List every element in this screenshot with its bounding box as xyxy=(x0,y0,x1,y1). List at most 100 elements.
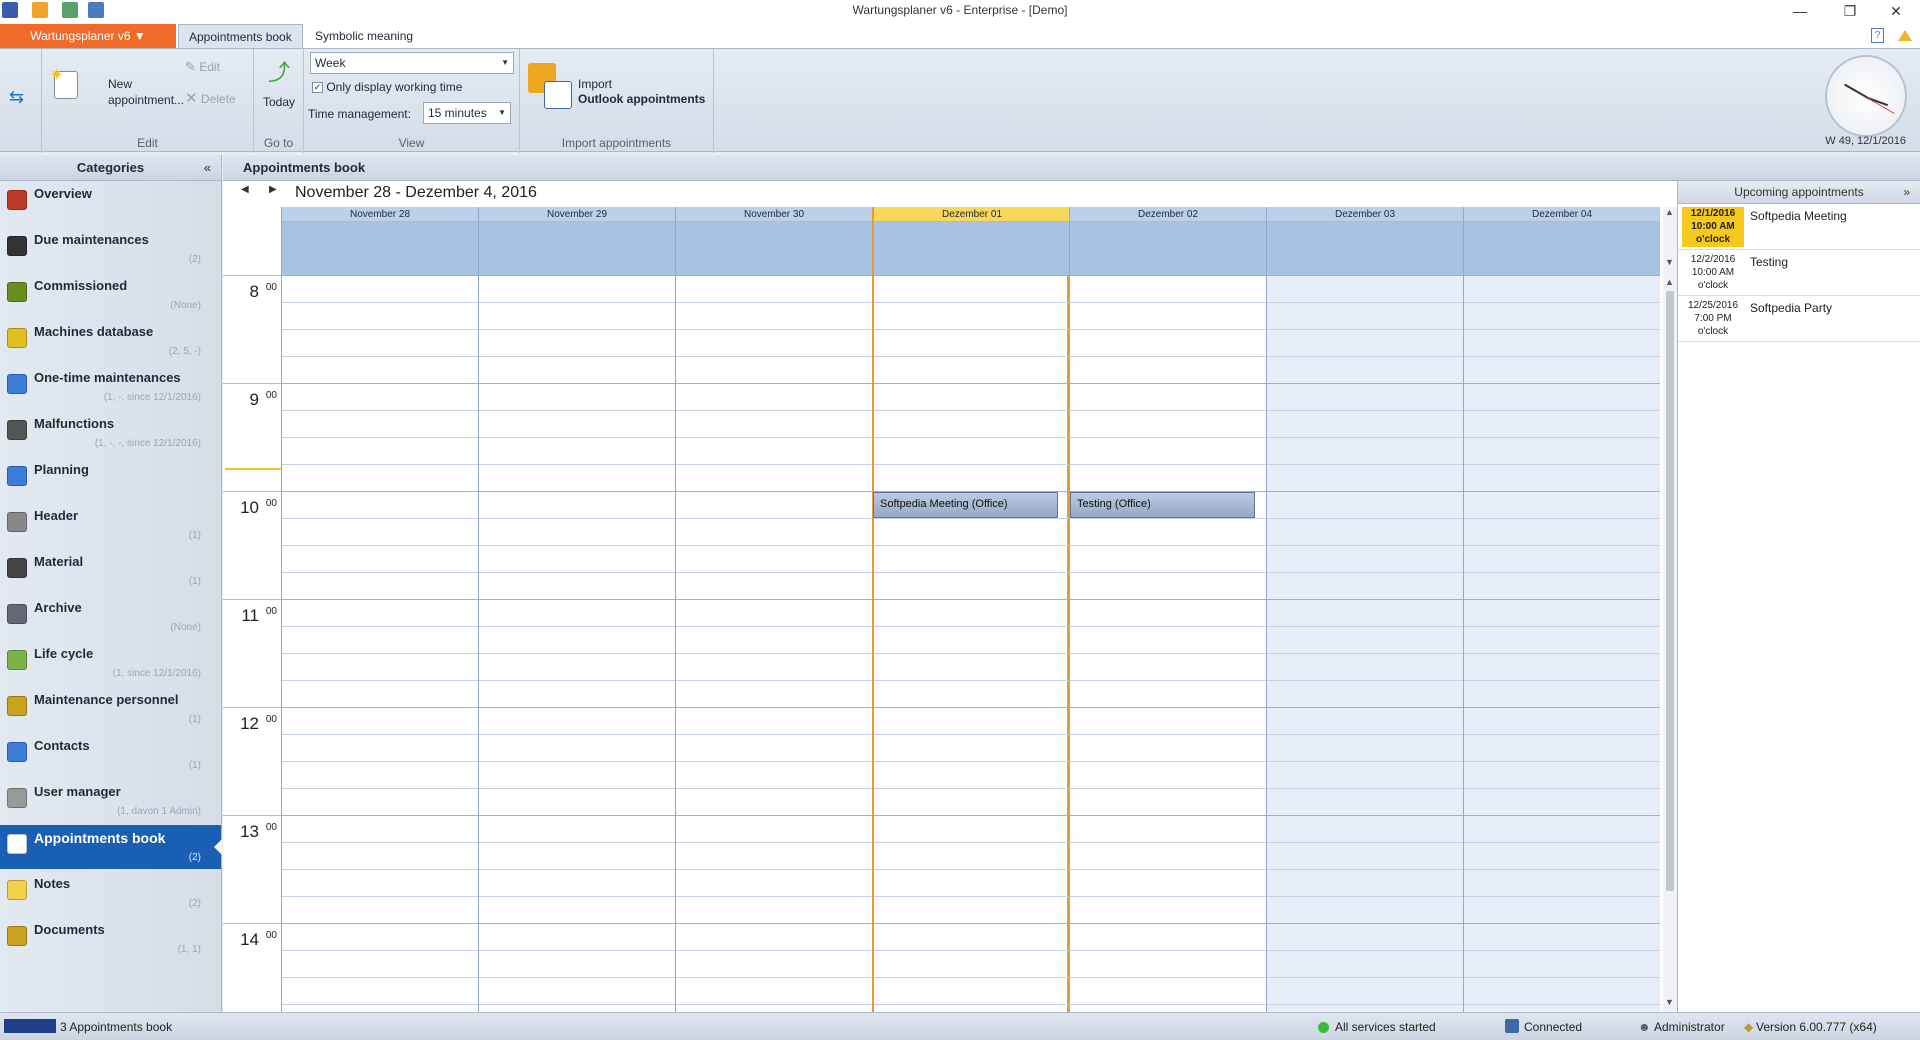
day-column-dezember-02[interactable]: Dezember 02 xyxy=(1069,207,1266,1012)
new-appointment-label: New xyxy=(108,77,133,91)
hour-gridline xyxy=(676,491,872,492)
close-button[interactable]: ✕ xyxy=(1882,2,1910,20)
time-management-select[interactable]: 15 minutes ▼ xyxy=(423,102,511,124)
hour-gridline xyxy=(676,815,872,816)
app-menu-button[interactable]: Wartungsplaner v6 ▼ xyxy=(0,24,176,48)
sidebar-item-commissioned[interactable]: Commissioned (None) xyxy=(0,273,221,317)
appointment-block[interactable]: Testing (Office) xyxy=(1070,492,1255,518)
hour-gridline xyxy=(282,815,478,816)
day-column-november-29[interactable]: November 29 xyxy=(478,207,675,1012)
sidebar-item-one-time-maintenances[interactable]: One-time maintenances (1, -, since 12/1/2… xyxy=(0,365,221,409)
sidebar-item-appointments-book[interactable]: Appointments book (2) xyxy=(0,825,222,869)
sidebar-item-planning[interactable]: Planning xyxy=(0,457,221,501)
upcoming-item[interactable]: 12/25/2016 7:00 PM o'clock Softpedia Party xyxy=(1678,296,1920,342)
view-select[interactable]: Week ▼ xyxy=(310,52,514,74)
hour-gridline xyxy=(1070,815,1266,816)
sidebar-item-header[interactable]: Header (1) xyxy=(0,503,221,547)
time-management-label: Time management: xyxy=(308,107,411,121)
new-appointment-button[interactable]: ✷ New appointment... xyxy=(50,65,184,115)
day-column-dezember-04[interactable]: Dezember 04 xyxy=(1463,207,1660,1012)
time-slots[interactable] xyxy=(676,275,872,1012)
scrollbar-thumb[interactable] xyxy=(1666,291,1674,891)
help-icon[interactable]: ? xyxy=(1871,28,1884,43)
sidebar-item-count: (1) xyxy=(188,530,201,541)
sidebar-item-notes[interactable]: Notes (2) xyxy=(0,871,221,915)
day-column-november-28[interactable]: November 28 xyxy=(281,207,478,1012)
all-day-area[interactable] xyxy=(1070,222,1266,275)
all-day-area[interactable] xyxy=(282,222,478,275)
sidebar-item-count: (1, -, since 12/1/2016) xyxy=(103,392,201,403)
hour-gridline xyxy=(1267,383,1463,384)
hour-gridline xyxy=(1267,491,1463,492)
day-header[interactable]: Dezember 04 xyxy=(1464,207,1660,222)
import-outlook-button[interactable]: Import Outlook appointments xyxy=(528,63,712,113)
all-day-area[interactable] xyxy=(676,222,872,275)
day-header[interactable]: Dezember 03 xyxy=(1267,207,1463,222)
documents-icon xyxy=(7,926,27,946)
day-column-november-30[interactable]: November 30 xyxy=(675,207,872,1012)
minimize-button[interactable]: — xyxy=(1786,2,1814,20)
calendar-scrollbar[interactable]: ▲ ▼ ▲ ▼ xyxy=(1663,207,1677,1012)
day-header[interactable]: November 30 xyxy=(676,207,872,222)
sidebar-item-overview[interactable]: Overview xyxy=(0,181,221,225)
hour-gridline xyxy=(1267,599,1463,600)
sidebar-item-label: One-time maintenances xyxy=(34,370,181,385)
tab-appointments-book[interactable]: Appointments book xyxy=(178,24,303,48)
sidebar-item-label: Overview xyxy=(34,186,92,201)
scroll-up-icon[interactable]: ▲ xyxy=(1665,277,1674,287)
expand-panel-button[interactable]: » xyxy=(1903,181,1910,204)
upcoming-item[interactable]: 12/1/2016 10:00 AM o'clock Softpedia Meetin… xyxy=(1678,204,1920,250)
prev-week-arrow-icon[interactable]: ◀ xyxy=(241,184,249,195)
ribbon-group-sync: ⇆ xyxy=(0,49,42,153)
next-week-arrow-icon[interactable]: ▶ xyxy=(269,184,277,195)
tab-symbolic-meaning[interactable]: Symbolic meaning xyxy=(305,24,423,48)
day-header[interactable]: November 29 xyxy=(479,207,675,222)
time-slots[interactable] xyxy=(874,275,1070,1012)
time-slots[interactable] xyxy=(1464,275,1660,1012)
sidebar-item-label: Appointments book xyxy=(34,830,166,846)
sidebar-item-maintenance-personnel[interactable]: Maintenance personnel (1) xyxy=(0,687,221,731)
hour-minutes: 00 xyxy=(265,822,277,833)
sync-arrows-icon[interactable]: ⇆ xyxy=(9,87,24,108)
week-calendar-grid[interactable]: 8 00 9 00 10 00 11 00 12 00 13 00 14 00 November 28 No… xyxy=(223,207,1663,1012)
sidebar-item-contacts[interactable]: Contacts (1) xyxy=(0,733,221,777)
day-header[interactable]: Dezember 02 xyxy=(1070,207,1266,222)
only-working-time-checkbox[interactable]: ✓ Only display working time xyxy=(312,80,462,94)
sidebar-item-count: (2) xyxy=(188,852,201,863)
warning-icon[interactable] xyxy=(1898,30,1912,41)
day-header[interactable]: November 28 xyxy=(282,207,478,222)
scroll-down-icon[interactable]: ▼ xyxy=(1665,257,1674,267)
all-day-area[interactable] xyxy=(479,222,675,275)
sidebar-item-documents[interactable]: Documents (1, 1) xyxy=(0,917,221,961)
sidebar-item-malfunctions[interactable]: Malfunctions (1, -, -, since 12/1/2016) xyxy=(0,411,221,455)
all-day-area[interactable] xyxy=(1267,222,1463,275)
delete-button[interactable]: ✕ Delete xyxy=(185,89,236,107)
edit-button[interactable]: ✎ Edit xyxy=(185,59,220,75)
all-day-area[interactable] xyxy=(1464,222,1660,275)
day-column-dezember-03[interactable]: Dezember 03 xyxy=(1266,207,1463,1012)
sidebar-item-archive[interactable]: Archive (None) xyxy=(0,595,221,639)
sparkle-icon: ✷ xyxy=(50,67,64,84)
day-column-dezember-01[interactable]: Dezember 01 xyxy=(872,207,1070,1012)
sidebar-item-machines-database[interactable]: Machines database (2, 5, -) xyxy=(0,319,221,363)
collapse-sidebar-button[interactable]: « xyxy=(204,155,211,181)
today-button[interactable]: ⤴ Today xyxy=(260,55,298,111)
all-day-area[interactable] xyxy=(874,222,1070,275)
appointment-block[interactable]: Softpedia Meeting (Office) xyxy=(873,492,1058,518)
time-slots[interactable] xyxy=(1267,275,1463,1012)
time-slots[interactable] xyxy=(282,275,478,1012)
scroll-up-icon[interactable]: ▲ xyxy=(1665,207,1674,217)
time-slots[interactable] xyxy=(1070,275,1266,1012)
time-slots[interactable] xyxy=(479,275,675,1012)
sidebar-item-label: Contacts xyxy=(34,738,90,753)
sidebar-item-material[interactable]: Material (1) xyxy=(0,549,221,593)
scroll-down-icon[interactable]: ▼ xyxy=(1665,997,1674,1007)
day-header[interactable]: Dezember 01 xyxy=(874,207,1070,222)
restore-button[interactable]: ❐ xyxy=(1836,2,1864,20)
sidebar-item-user-manager[interactable]: User manager (1, davon 1 Admin) xyxy=(0,779,221,823)
upcoming-header: Upcoming appointments » xyxy=(1678,181,1920,204)
sidebar-item-life-cycle[interactable]: Life cycle (1, since 12/1/2016) xyxy=(0,641,221,685)
goto-group-label: Go to xyxy=(263,136,294,150)
sidebar-item-due-maintenances[interactable]: Due maintenances (2) xyxy=(0,227,221,271)
upcoming-item[interactable]: 12/2/2016 10:00 AM o'clock Testing xyxy=(1678,250,1920,296)
